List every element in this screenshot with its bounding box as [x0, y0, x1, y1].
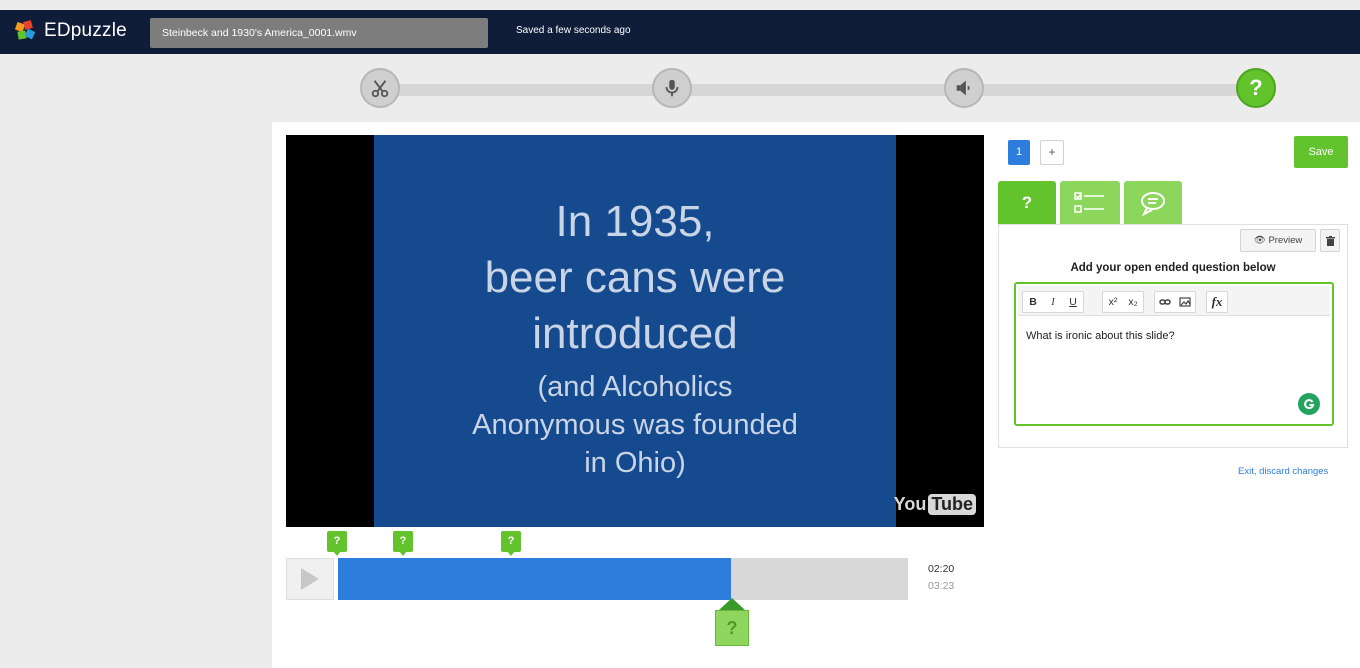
- tab-multiple-choice[interactable]: [1060, 181, 1120, 225]
- question-text[interactable]: What is ironic about this slide?: [1026, 330, 1175, 342]
- exit-discard-link[interactable]: Exit, discard changes: [1238, 466, 1328, 477]
- slide-line: in Ohio): [584, 447, 686, 479]
- preview-label: Preview: [1268, 235, 1303, 246]
- slide-line: beer cans were: [484, 253, 786, 302]
- add-question-button[interactable]: +: [1040, 140, 1064, 165]
- handle-pointer: [719, 598, 745, 610]
- speech-bubble-icon: [1141, 192, 1165, 217]
- video-title-field[interactable]: Steinbeck and 1930's America_0001.wmv: [150, 18, 488, 48]
- brand-name: EDpuzzle: [44, 20, 127, 41]
- question-mark-icon: ?: [1021, 193, 1033, 212]
- preview-button[interactable]: 👁 Preview: [1240, 229, 1316, 252]
- slide-line: Anonymous was founded: [472, 409, 798, 441]
- add-question-icon: ?: [715, 610, 749, 646]
- bold-button[interactable]: B: [1023, 292, 1043, 312]
- play-icon: [301, 568, 319, 590]
- watermark-tube: Tube: [928, 494, 976, 515]
- slide-line: (and Alcoholics: [537, 371, 733, 403]
- eye-icon: 👁: [1253, 235, 1266, 246]
- question-icon: ?: [1249, 75, 1263, 100]
- formula-group: fx: [1206, 291, 1228, 313]
- link-icon[interactable]: [1155, 292, 1175, 312]
- image-icon[interactable]: [1175, 292, 1195, 312]
- question-number-button[interactable]: 1: [1008, 140, 1030, 165]
- subscript-button[interactable]: x₂: [1123, 292, 1143, 312]
- italic-button[interactable]: I: [1043, 292, 1063, 312]
- slide-line: In 1935,: [555, 197, 715, 246]
- rte-toolbar: B I U x² x₂ fx: [1018, 286, 1330, 316]
- microphone-icon: [665, 79, 679, 97]
- puzzle-logo-icon: [14, 19, 38, 43]
- slide-line: introduced: [532, 309, 738, 358]
- watermark-you: You: [893, 494, 927, 514]
- add-question-handle[interactable]: ?: [714, 598, 750, 648]
- underline-button[interactable]: U: [1063, 292, 1083, 312]
- format-group: B I U: [1022, 291, 1084, 313]
- save-status: Saved a few seconds ago: [516, 25, 631, 36]
- play-button[interactable]: [286, 558, 334, 600]
- tab-open-ended[interactable]: ?: [998, 181, 1056, 225]
- grammarly-icon[interactable]: [1298, 393, 1320, 415]
- app-logo[interactable]: EDpuzzle: [14, 19, 127, 43]
- superscript-button[interactable]: x²: [1103, 292, 1123, 312]
- formula-button[interactable]: fx: [1207, 292, 1227, 312]
- step-cut[interactable]: [360, 68, 400, 108]
- question-heading: Add your open ended question below: [1070, 262, 1276, 274]
- question-marker[interactable]: ?: [327, 531, 347, 556]
- question-rich-text-editor[interactable]: B I U x² x₂ fx What is ironic about this…: [1014, 282, 1334, 426]
- scissors-icon: [371, 80, 389, 98]
- current-time: 02:20: [928, 563, 955, 575]
- top-navigation-bar: EDpuzzle Steinbeck and 1930's America_00…: [0, 10, 1360, 54]
- insert-group: [1154, 291, 1196, 313]
- checklist-icon: [1074, 192, 1104, 213]
- total-time: 03:23: [928, 580, 955, 592]
- trash-icon: [1325, 235, 1335, 246]
- tab-comment[interactable]: [1124, 181, 1182, 225]
- step-voiceover[interactable]: [652, 68, 692, 108]
- question-marker[interactable]: ?: [393, 531, 413, 556]
- script-group: x² x₂: [1102, 291, 1144, 313]
- timeline-progress: [338, 558, 732, 600]
- youtube-watermark[interactable]: You Tube: [894, 494, 976, 515]
- save-button[interactable]: Save: [1294, 136, 1348, 168]
- video-player[interactable]: In 1935, beer cans were introduced (and …: [286, 135, 984, 527]
- step-progress-line: [390, 84, 1256, 96]
- timeline-track[interactable]: [338, 558, 908, 600]
- delete-question-button[interactable]: [1320, 229, 1340, 252]
- step-quiz[interactable]: ?: [1236, 68, 1276, 108]
- question-marker[interactable]: ?: [501, 531, 521, 556]
- step-audio-notes[interactable]: [944, 68, 984, 108]
- video-frame: In 1935, beer cans were introduced (and …: [374, 135, 896, 527]
- speaker-icon: [956, 80, 970, 96]
